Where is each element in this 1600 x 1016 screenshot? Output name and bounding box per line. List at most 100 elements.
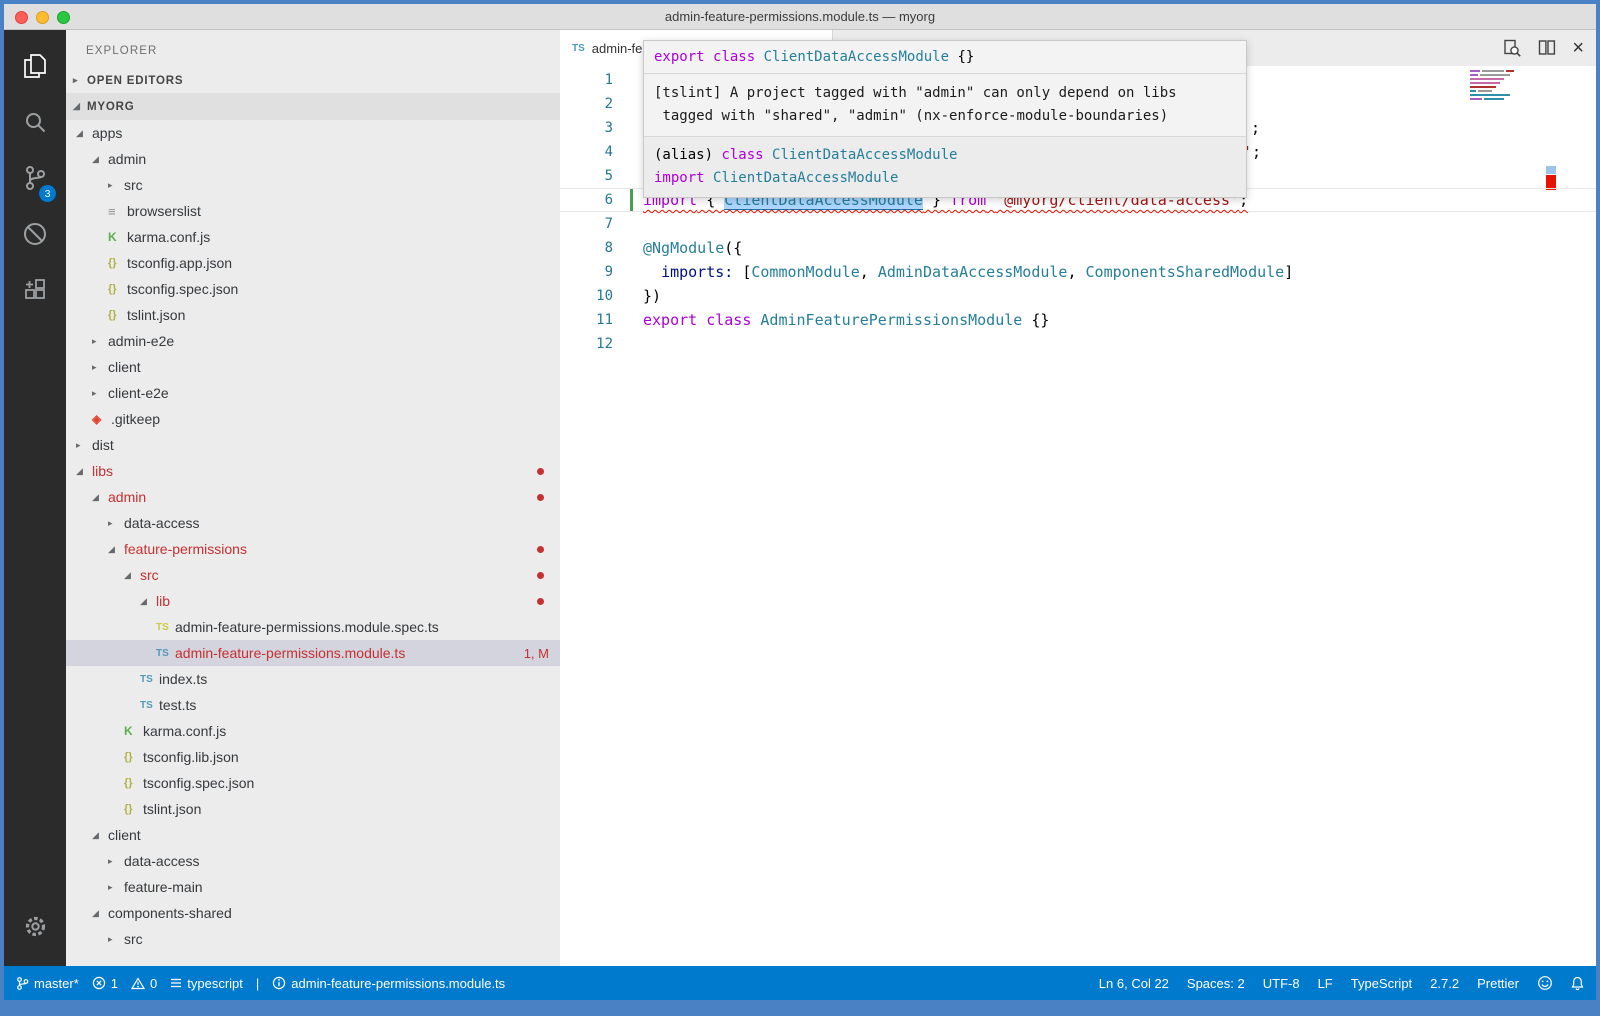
warning-count[interactable]: 0 [131, 976, 157, 991]
code-token: export [654, 49, 705, 65]
tree-folder-dist[interactable]: ▸dist [66, 432, 560, 458]
debug-icon[interactable] [4, 206, 66, 262]
tree-file-tsconfig.spec.json[interactable]: {}tsconfig.spec.json [66, 276, 560, 302]
tree-file-admin-feature-permissions.module.ts[interactable]: TSadmin-feature-permissions.module.ts1, … [66, 640, 560, 666]
tree-item-label: feature-main [124, 879, 203, 895]
status-label: admin-feature-permissions.module.ts [291, 976, 505, 991]
tree-folder-admin-e2e[interactable]: ▸admin-e2e [66, 328, 560, 354]
tree-file-tslint.json[interactable]: {}tslint.json [66, 302, 560, 328]
search-icon[interactable] [4, 94, 66, 150]
workspace-root-label: MYORG [87, 101, 134, 113]
chevron-down-icon: ◢ [140, 596, 156, 607]
tree-file-tslint.json[interactable]: {}tslint.json [66, 796, 560, 822]
tree-folder-feature-permissions[interactable]: ◢feature-permissions [66, 536, 560, 562]
settings-gear-icon[interactable] [4, 898, 66, 954]
tree-folder-admin[interactable]: ◢admin [66, 146, 560, 172]
explorer-icon[interactable] [4, 38, 66, 94]
code-line-12[interactable]: 12 [560, 332, 1596, 356]
tree-item-label: feature-permissions [124, 541, 247, 557]
tree-item-label: dist [92, 437, 114, 453]
json-file-icon: {} [108, 257, 127, 269]
extensions-icon[interactable] [4, 262, 66, 318]
tree-file-index.ts[interactable]: TSindex.ts [66, 666, 560, 692]
git-problems-badge: 1, M [524, 646, 549, 661]
code-line-11[interactable]: 11export class AdminFeaturePermissionsMo… [560, 308, 1596, 332]
workspace-root-section[interactable]: ◢ MYORG [66, 93, 560, 120]
separator: | [256, 976, 259, 991]
tree-folder-client-e2e[interactable]: ▸client-e2e [66, 380, 560, 406]
tree-folder-src[interactable]: ▸src [66, 926, 560, 952]
indentation[interactable]: Spaces: 2 [1187, 976, 1245, 991]
split-editor-icon[interactable] [1537, 38, 1557, 58]
chevron-right-icon: ▸ [73, 75, 87, 86]
chevron-right-icon: ▸ [108, 856, 124, 867]
tree-folder-client[interactable]: ▸client [66, 354, 560, 380]
status-label: master* [34, 976, 79, 991]
tree-file-karma.conf.js[interactable]: Kkarma.conf.js [66, 718, 560, 744]
active-file-info[interactable]: admin-feature-permissions.module.ts [272, 976, 505, 991]
notifications[interactable] [1571, 976, 1584, 991]
tree-folder-src[interactable]: ◢src [66, 562, 560, 588]
open-changes-icon[interactable] [1502, 38, 1522, 58]
code-line-8[interactable]: 8@NgModule({ [560, 236, 1596, 260]
tree-item-label: browserslist [127, 203, 201, 219]
tree-file-test.ts[interactable]: TStest.ts [66, 692, 560, 718]
tree-item-label: admin-e2e [108, 333, 174, 349]
list-icon [170, 977, 182, 989]
open-editors-section[interactable]: ▸ OPEN EDITORS [66, 68, 560, 93]
encoding[interactable]: UTF-8 [1263, 976, 1300, 991]
tree-file-browserslist[interactable]: ≡browserslist [66, 198, 560, 224]
tree-file-admin-feature-permissions.module.spec.ts[interactable]: TSadmin-feature-permissions.module.spec.… [66, 614, 560, 640]
git-branch-status[interactable]: master* [16, 976, 79, 991]
tree-item-label: components-shared [108, 905, 232, 921]
chevron-down-icon: ◢ [124, 570, 140, 581]
tree-folder-admin[interactable]: ◢admin [66, 484, 560, 510]
hover-tooltip: export class ClientDataAccessModule {} [… [643, 40, 1247, 198]
language-mode[interactable]: TypeScript [1351, 976, 1412, 991]
typescript-version[interactable]: 2.7.2 [1430, 976, 1459, 991]
tree-file-.gitkeep[interactable]: ◈.gitkeep [66, 406, 560, 432]
status-label: Spaces: 2 [1187, 976, 1245, 991]
status-label: Ln 6, Col 22 [1099, 976, 1169, 991]
code-token: export [643, 311, 697, 329]
close-window-button[interactable] [15, 11, 28, 24]
close-editor-icon[interactable]: × [1572, 38, 1584, 58]
chevron-right-icon: ▸ [108, 882, 124, 893]
tree-file-karma.conf.js[interactable]: Kkarma.conf.js [66, 224, 560, 250]
tslint-status[interactable]: typescript [170, 976, 243, 991]
tree-folder-lib[interactable]: ◢lib [66, 588, 560, 614]
tree-file-tsconfig.lib.json[interactable]: {}tsconfig.lib.json [66, 744, 560, 770]
tree-folder-feature-main[interactable]: ▸feature-main [66, 874, 560, 900]
editor-area: TS admin-feature-permissions.module.ts × [560, 30, 1596, 966]
tree-file-tsconfig.spec.json[interactable]: {}tsconfig.spec.json [66, 770, 560, 796]
tree-folder-libs[interactable]: ◢libs [66, 458, 560, 484]
code-line-7[interactable]: 7 [560, 212, 1596, 236]
tree-item-label: karma.conf.js [127, 229, 210, 245]
eol[interactable]: LF [1318, 976, 1333, 991]
zoom-window-button[interactable] [57, 11, 70, 24]
status-label: LF [1318, 976, 1333, 991]
code-line-9[interactable]: 9 imports: [CommonModule, AdminDataAcces… [560, 260, 1596, 284]
json-file-icon: {} [108, 283, 127, 295]
minimize-window-button[interactable] [36, 11, 49, 24]
git-modified-dot [537, 546, 544, 553]
error-count[interactable]: 1 [92, 976, 118, 991]
prettier-status[interactable]: Prettier [1477, 976, 1519, 991]
status-bar-right: Ln 6, Col 22 Spaces: 2 UTF-8 LF TypeScript 2.… [1099, 975, 1584, 991]
status-label: typescript [187, 976, 243, 991]
tree-folder-data-access[interactable]: ▸data-access [66, 510, 560, 536]
browserslist-file-icon: ≡ [108, 204, 127, 219]
tree-folder-src[interactable]: ▸src [66, 172, 560, 198]
code-token: CommonModule [751, 263, 859, 281]
tree-item-label: tsconfig.lib.json [143, 749, 239, 765]
tree-folder-components-shared[interactable]: ◢components-shared [66, 900, 560, 926]
source-control-icon[interactable]: 3 [4, 150, 66, 206]
status-bar-left: master* 10 typescript | admin-feature-permis… [16, 976, 505, 991]
tree-file-tsconfig.app.json[interactable]: {}tsconfig.app.json [66, 250, 560, 276]
feedback[interactable] [1537, 975, 1553, 991]
tree-folder-data-access[interactable]: ▸data-access [66, 848, 560, 874]
cursor-position[interactable]: Ln 6, Col 22 [1099, 976, 1169, 991]
tree-folder-apps[interactable]: ◢apps [66, 120, 560, 146]
tree-folder-client[interactable]: ◢client [66, 822, 560, 848]
code-line-10[interactable]: 10}) [560, 284, 1596, 308]
